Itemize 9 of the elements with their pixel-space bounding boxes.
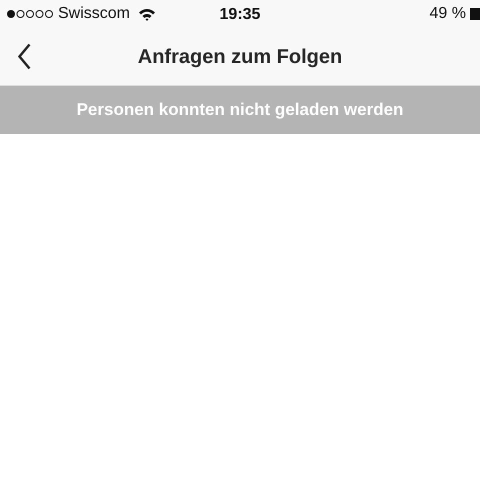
back-chevron-icon — [18, 43, 31, 70]
clock-time: 19:35 — [220, 6, 260, 23]
error-message: Personen konnten nicht geladen werden — [76, 99, 404, 122]
battery-percentage: 49 % — [430, 4, 466, 24]
screen-title: Anfragen zum Folgen — [138, 44, 342, 70]
carrier-name: Swisscom — [58, 4, 130, 24]
wifi-icon — [138, 8, 156, 20]
signal-icon — [6, 9, 54, 19]
battery-icon — [470, 8, 480, 20]
